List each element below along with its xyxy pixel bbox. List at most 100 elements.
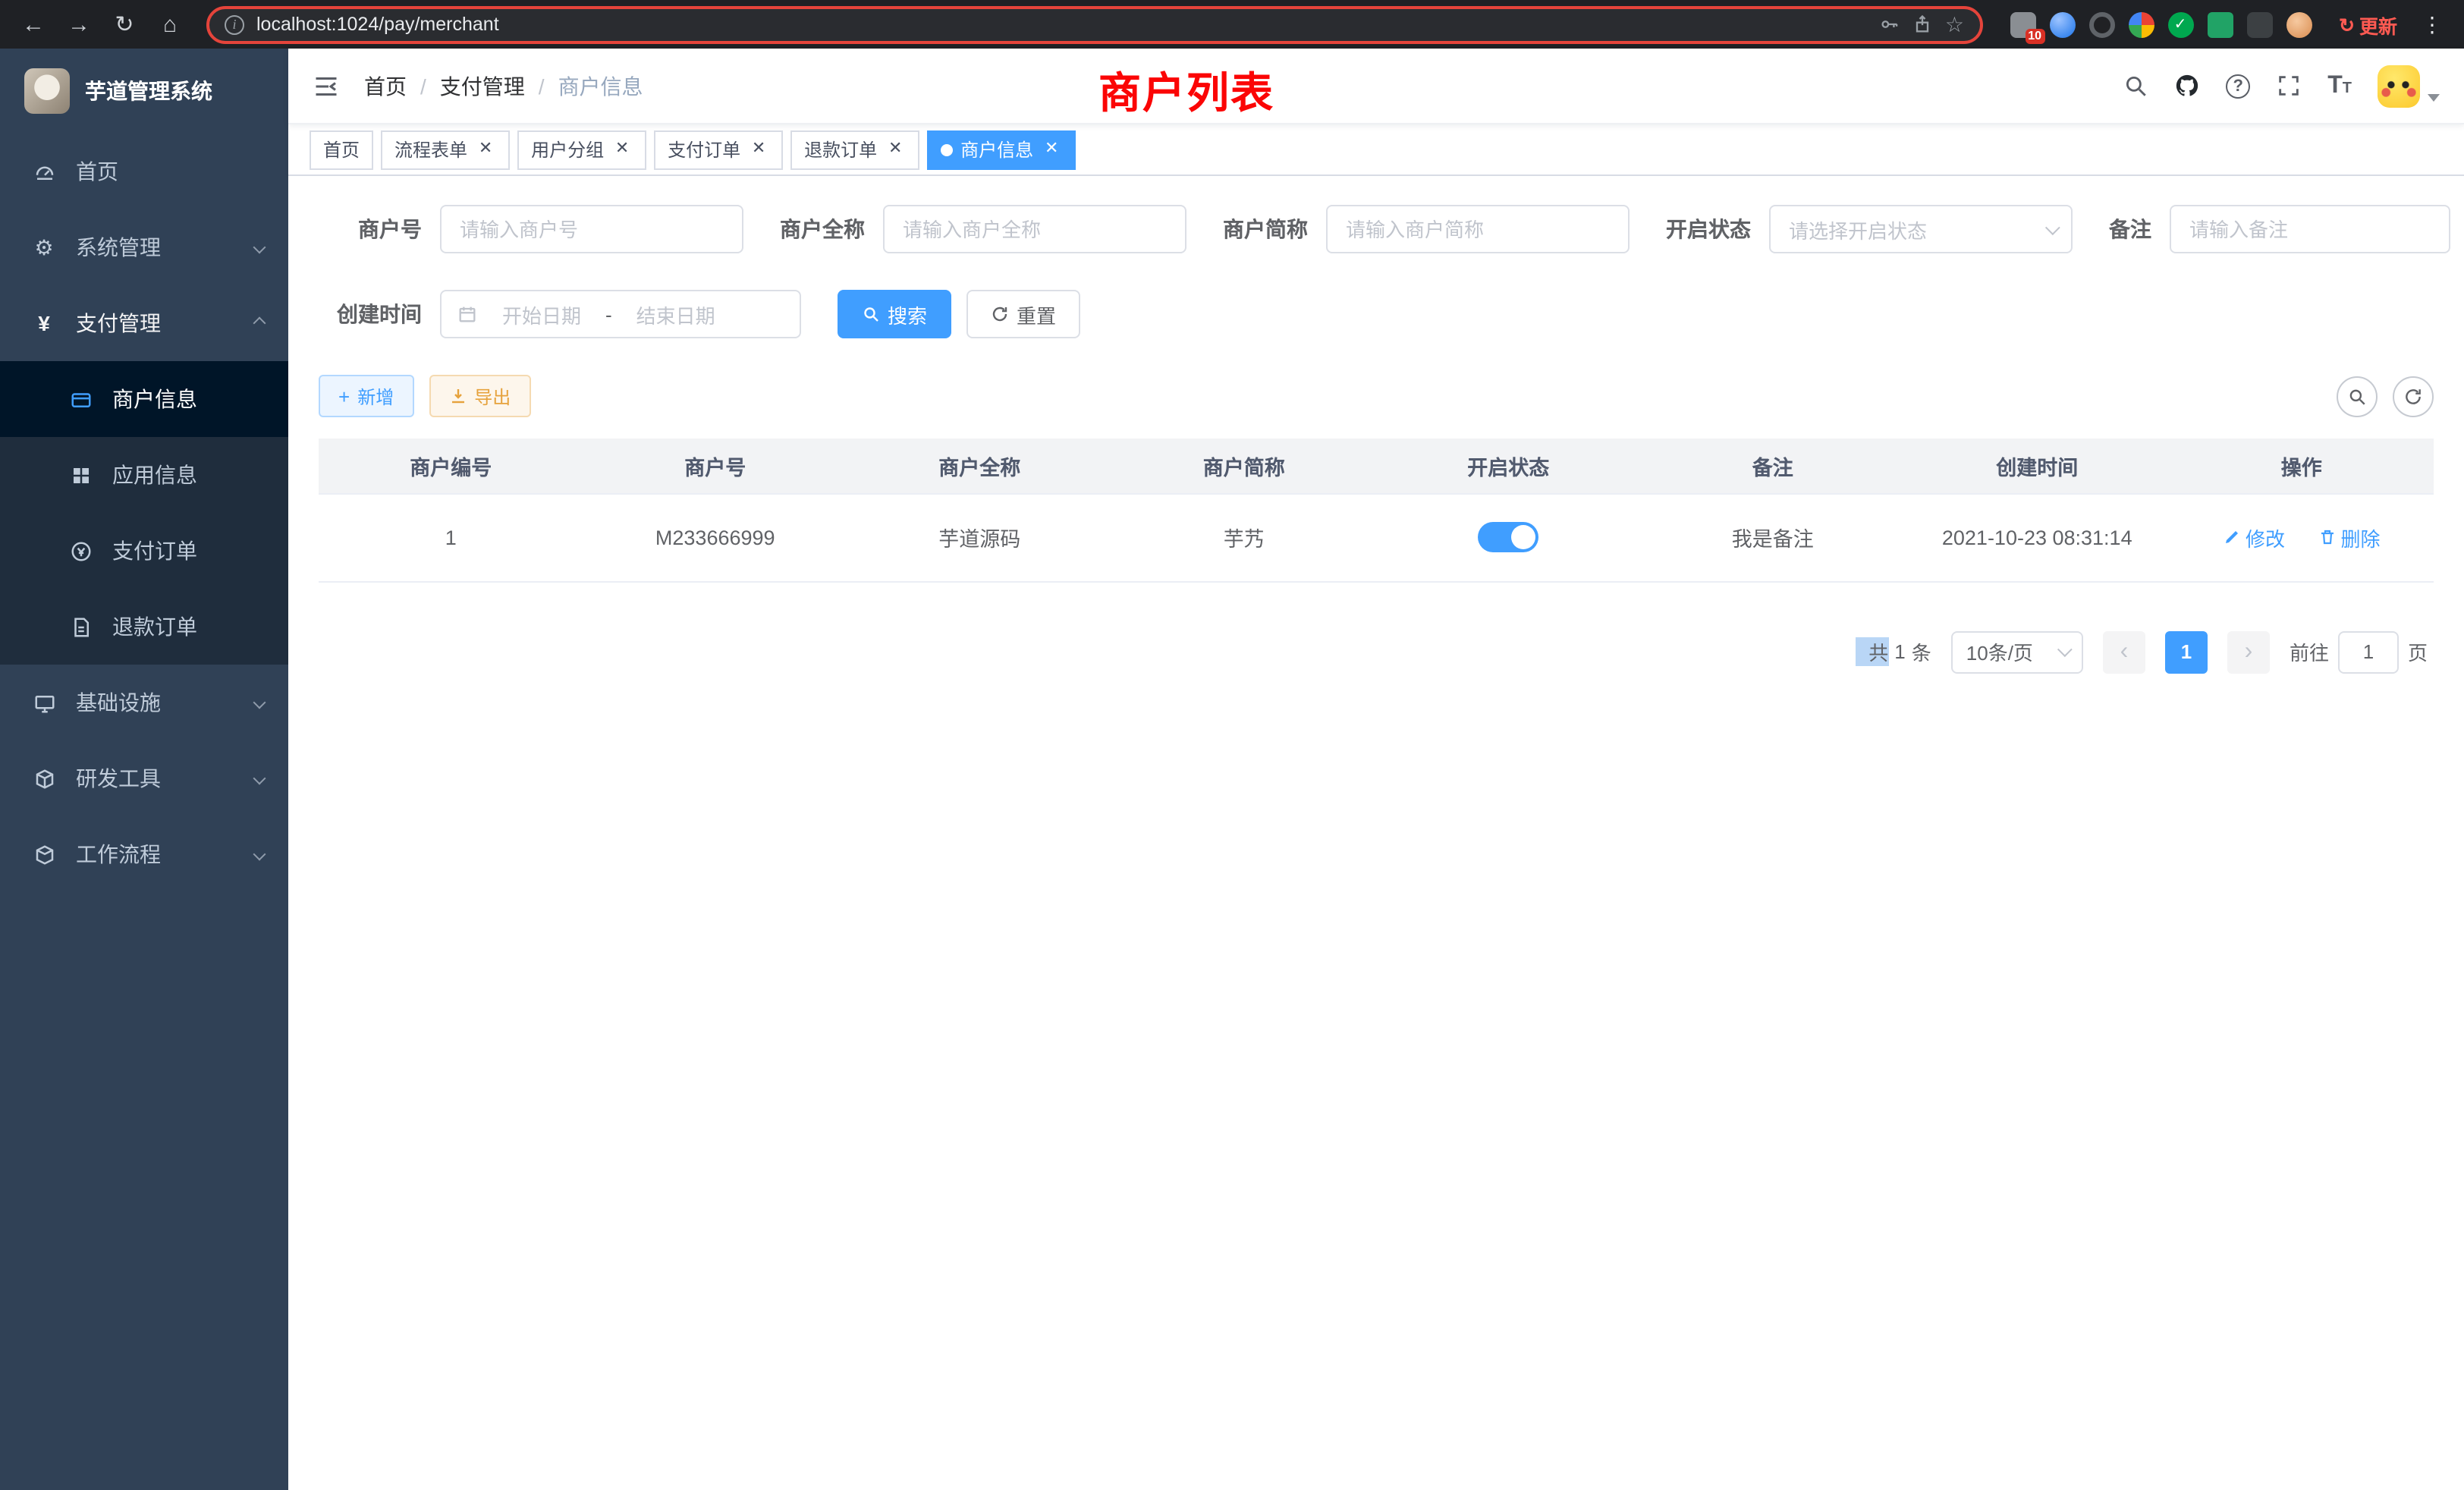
password-key-icon[interactable]	[1878, 14, 1900, 35]
share-icon[interactable]	[1912, 14, 1933, 35]
back-button[interactable]: ←	[15, 6, 52, 42]
sidebar-item-refund-order[interactable]: 退款订单	[0, 589, 288, 665]
add-button[interactable]: + 新增	[319, 375, 413, 417]
breadcrumb-separator: /	[539, 74, 545, 98]
date-end-placeholder: 结束日期	[621, 300, 731, 328]
url-text[interactable]: localhost:1024/pay/merchant	[256, 14, 1866, 35]
document-icon	[67, 615, 94, 638]
fullscreen-icon[interactable]	[2276, 73, 2302, 99]
address-bar[interactable]: i localhost:1024/pay/merchant ☆	[206, 5, 1982, 43]
search-icon	[862, 305, 880, 323]
cell-merchant-no: M233666999	[583, 493, 848, 581]
breadcrumb-payment[interactable]: 支付管理	[440, 71, 525, 101]
extension-badge: 10	[2025, 28, 2044, 43]
refresh-icon	[2403, 386, 2423, 406]
bookmark-star-icon[interactable]: ☆	[1945, 14, 1964, 35]
browser-menu-kebab-icon[interactable]: ⋮	[2415, 11, 2449, 37]
browser-profile-avatar[interactable]	[2286, 11, 2312, 37]
help-icon[interactable]: ?	[2226, 74, 2250, 98]
create-time-range-picker[interactable]: 开始日期 - 结束日期	[440, 290, 801, 338]
edit-link[interactable]: 修改	[2223, 523, 2285, 552]
prev-page-button[interactable]: ‹	[2103, 630, 2145, 673]
yen-icon: ¥	[30, 311, 58, 335]
box-icon	[30, 767, 58, 790]
next-page-button[interactable]: ›	[2227, 630, 2270, 673]
breadcrumb-home[interactable]: 首页	[364, 71, 407, 101]
status-toggle[interactable]	[1478, 522, 1538, 552]
refresh-icon	[991, 305, 1009, 323]
sidebar-item-home[interactable]: 首页	[0, 134, 288, 209]
extension-puzzle-icon[interactable]	[2246, 11, 2272, 37]
remark-input[interactable]	[2170, 205, 2450, 253]
app-logo-row[interactable]: 芋道管理系统	[0, 49, 288, 134]
page-number-button[interactable]: 1	[2165, 630, 2208, 673]
forward-button[interactable]: →	[61, 6, 97, 42]
home-button[interactable]: ⌂	[152, 6, 188, 42]
cell-create-time: 2021-10-23 08:31:14	[1905, 493, 2170, 581]
breadcrumb-current: 商户信息	[558, 71, 643, 101]
sidebar-item-dev-tools[interactable]: 研发工具	[0, 740, 288, 816]
extension-color-icon[interactable]	[2128, 11, 2154, 37]
full-name-label: 商户全称	[780, 214, 865, 244]
short-name-input[interactable]	[1326, 205, 1630, 253]
gear-icon: ⚙	[30, 234, 58, 260]
search-icon	[2347, 386, 2367, 406]
calendar-icon	[457, 303, 478, 325]
font-size-icon[interactable]: TT	[2327, 74, 2352, 98]
goto-page-input[interactable]	[2338, 630, 2399, 673]
sidebar-item-label: 基础设施	[76, 687, 161, 718]
extension-pinned-icon[interactable]: 10	[2010, 11, 2035, 37]
merchant-no-input[interactable]	[440, 205, 743, 253]
sidebar-item-label: 工作流程	[76, 839, 161, 869]
tab-merchant-info[interactable]: 商户信息✕	[927, 130, 1076, 169]
short-name-label: 商户简称	[1223, 214, 1308, 244]
sidebar-item-system[interactable]: ⚙ 系统管理	[0, 209, 288, 285]
extension-ring-icon[interactable]	[2088, 11, 2114, 37]
hamburger-icon[interactable]	[313, 72, 340, 99]
close-icon[interactable]: ✕	[475, 139, 496, 160]
reload-button[interactable]: ↻	[106, 6, 143, 42]
extension-drop-icon[interactable]	[2049, 11, 2075, 37]
sidebar-item-payment[interactable]: ¥ 支付管理	[0, 285, 288, 361]
close-icon[interactable]: ✕	[1041, 139, 1062, 160]
sidebar-item-infrastructure[interactable]: 基础设施	[0, 665, 288, 740]
dashboard-icon	[30, 160, 58, 183]
user-menu[interactable]	[2378, 64, 2440, 107]
sidebar-item-merchant-info[interactable]: 商户信息	[0, 361, 288, 437]
browser-update-button[interactable]: ↻更新	[2330, 10, 2406, 39]
full-name-input[interactable]	[883, 205, 1186, 253]
table-row: 1 M233666999 芋道源码 芋艿 我是备注 2021-10-23 08:…	[319, 493, 2434, 581]
reset-button[interactable]: 重置	[966, 290, 1080, 338]
search-button[interactable]: 搜索	[838, 290, 951, 338]
cell-merchant-id: 1	[319, 493, 583, 581]
date-separator: -	[605, 303, 612, 325]
site-info-icon[interactable]: i	[225, 14, 244, 34]
tab-home[interactable]: 首页	[310, 130, 373, 169]
cell-status	[1376, 493, 1641, 581]
tab-process-form[interactable]: 流程表单✕	[381, 130, 510, 169]
sidebar-item-app-info[interactable]: 应用信息	[0, 437, 288, 513]
tab-refund-order[interactable]: 退款订单✕	[790, 130, 919, 169]
refresh-list-button[interactable]	[2393, 376, 2434, 417]
tab-pay-order[interactable]: 支付订单✕	[654, 130, 783, 169]
search-icon[interactable]	[2123, 73, 2148, 99]
user-avatar[interactable]	[2378, 64, 2420, 107]
page-size-select[interactable]: 10条/页	[1951, 630, 2083, 673]
delete-link[interactable]: 删除	[2318, 523, 2381, 552]
hide-search-button[interactable]	[2337, 376, 2378, 417]
export-button[interactable]: 导出	[429, 375, 530, 417]
github-icon[interactable]	[2174, 73, 2200, 99]
col-merchant-no: 商户号	[583, 439, 848, 493]
close-icon[interactable]: ✕	[748, 139, 769, 160]
extension-note-icon[interactable]	[2207, 11, 2233, 37]
sidebar-item-pay-order[interactable]: 支付订单	[0, 513, 288, 589]
sidebar-item-workflow[interactable]: 工作流程	[0, 816, 288, 892]
cell-short-name: 芋艿	[1112, 493, 1377, 581]
status-select[interactable]: 请选择开启状态	[1769, 205, 2073, 253]
close-icon[interactable]: ✕	[611, 139, 633, 160]
extension-check-icon[interactable]: ✓	[2167, 11, 2193, 37]
close-icon[interactable]: ✕	[885, 139, 906, 160]
tab-user-group[interactable]: 用户分组✕	[517, 130, 646, 169]
caret-down-icon	[2428, 93, 2440, 101]
browser-window: ← → ↻ ⌂ i localhost:1024/pay/merchant ☆ …	[0, 0, 2464, 1490]
